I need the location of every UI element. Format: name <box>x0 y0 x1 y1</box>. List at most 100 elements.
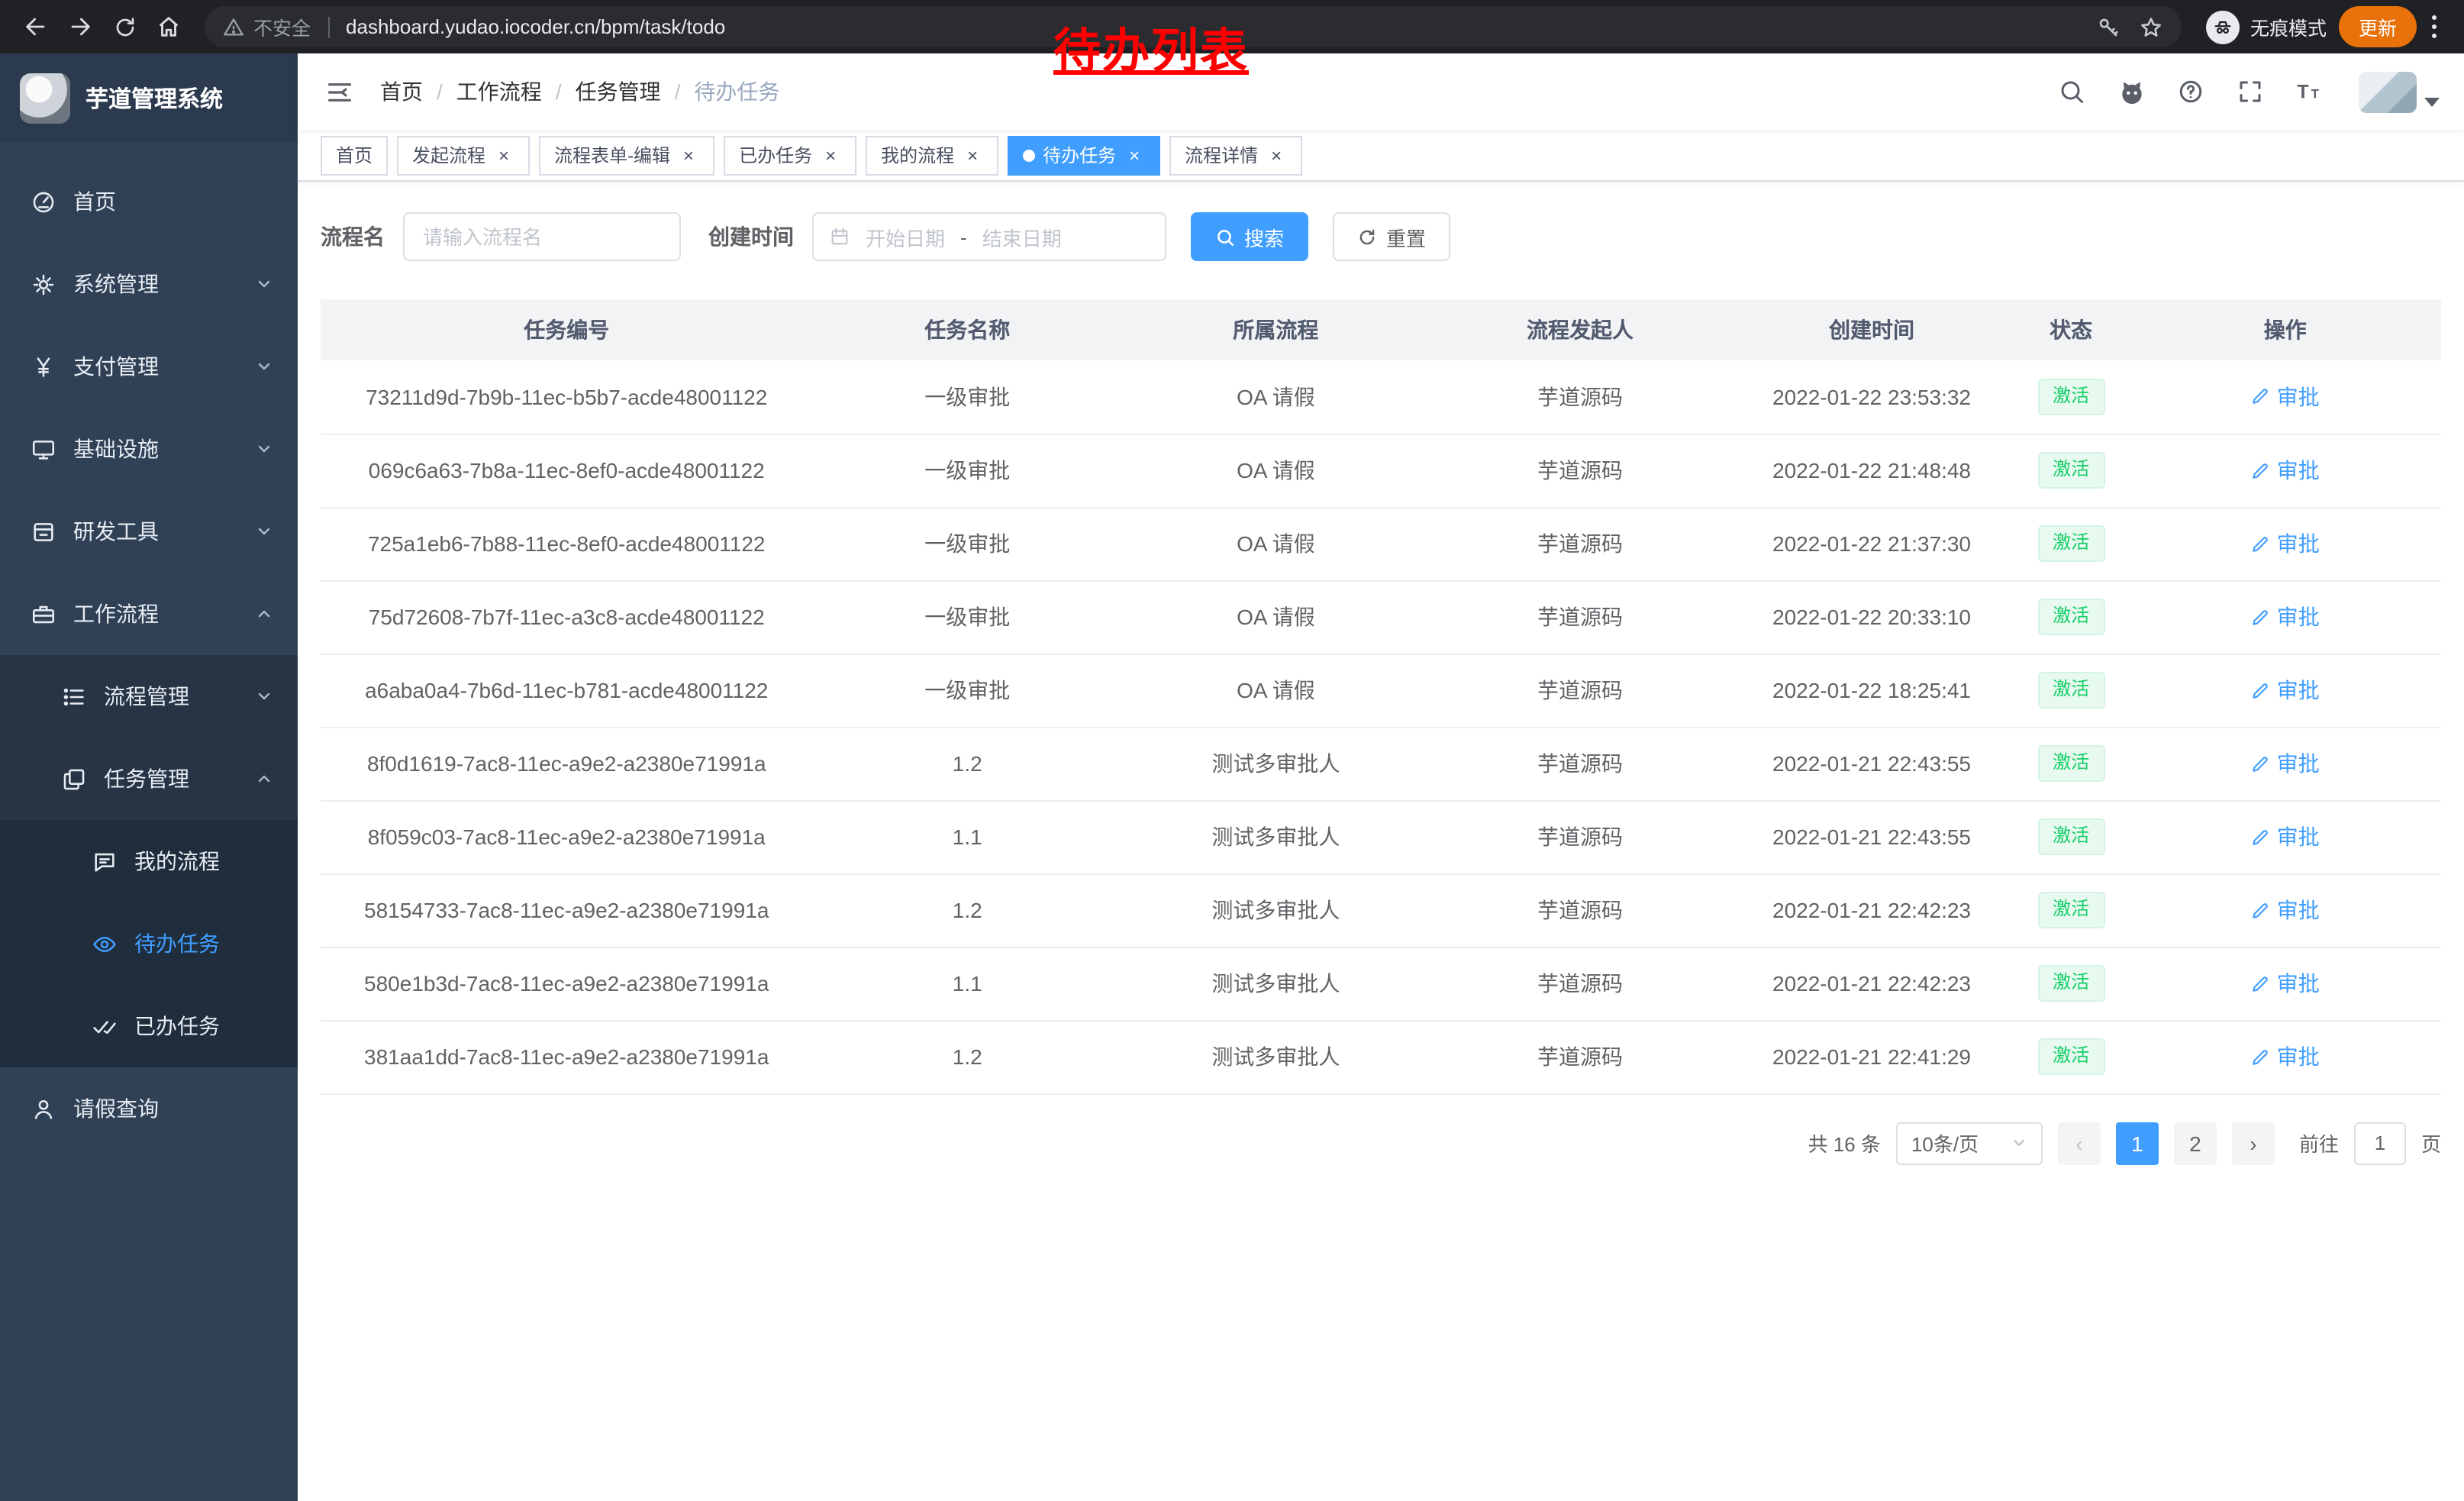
page-button-2[interactable]: 2 <box>2174 1122 2217 1164</box>
process-name-input[interactable] <box>403 212 681 261</box>
approve-link[interactable]: 审批 <box>2251 675 2320 705</box>
status-badge: 激活 <box>2037 452 2104 488</box>
sidebar-item-label: 基础设施 <box>73 434 159 464</box>
search-button[interactable]: 搜索 <box>1191 212 1308 261</box>
tab-process-detail[interactable]: 流程详情 × <box>1169 135 1302 175</box>
sidebar-item-my-process[interactable]: 我的流程 <box>0 820 298 902</box>
url-text[interactable]: dashboard.yudao.iocoder.cn/bpm/task/todo <box>346 15 725 38</box>
sidebar-item-devtools[interactable]: 研发工具 <box>0 490 298 573</box>
goto-suffix-label: 页 <box>2421 1128 2441 1157</box>
user-avatar[interactable] <box>2359 71 2440 112</box>
breadcrumb-item[interactable]: 首页 <box>380 76 423 107</box>
edit-pencil-icon <box>2251 387 2271 407</box>
approve-link[interactable]: 审批 <box>2251 528 2320 559</box>
approve-link[interactable]: 审批 <box>2251 382 2320 412</box>
bookmark-star-icon[interactable] <box>2139 15 2163 39</box>
help-icon[interactable] <box>2174 75 2208 108</box>
cell-initiator: 芋道源码 <box>1430 873 1730 947</box>
top-navbar: 首页 / 工作流程 / 任务管理 / 待办任务 <box>298 53 2464 130</box>
address-bar[interactable]: 不安全 dashboard.yudao.iocoder.cn/bpm/task/… <box>205 6 2182 47</box>
sidebar-item-infra[interactable]: 基础设施 <box>0 408 298 490</box>
tab-form-edit[interactable]: 流程表单-编辑 × <box>539 135 714 175</box>
cell-process: 测试多审批人 <box>1122 947 1430 1020</box>
pagination-bar: 共 16 条 10条/页 ‹ 1 2 › 前往 页 <box>321 1122 2441 1164</box>
goto-page-input[interactable] <box>2354 1122 2406 1164</box>
sidebar-item-leave-query[interactable]: 请假查询 <box>0 1067 298 1150</box>
sidebar-item-label: 请假查询 <box>73 1093 159 1124</box>
tab-my-process[interactable]: 我的流程 × <box>866 135 998 175</box>
breadcrumb-item-current: 待办任务 <box>694 76 779 107</box>
browser-forward-button[interactable] <box>60 6 101 47</box>
status-badge: 激活 <box>2037 379 2104 415</box>
close-icon[interactable]: × <box>1266 144 1287 166</box>
fullscreen-icon[interactable] <box>2233 75 2267 108</box>
sidebar-item-payment[interactable]: 支付管理 <box>0 325 298 408</box>
close-icon[interactable]: × <box>962 144 983 166</box>
font-size-icon[interactable]: TT <box>2293 75 2327 108</box>
person-icon <box>31 1096 56 1122</box>
cell-task-name: 一级审批 <box>812 434 1122 507</box>
close-icon[interactable]: × <box>493 144 514 166</box>
menu-collapse-button[interactable] <box>322 75 356 108</box>
next-page-button[interactable]: › <box>2232 1122 2275 1164</box>
prev-page-button[interactable]: ‹ <box>2058 1122 2101 1164</box>
search-icon[interactable] <box>2055 75 2088 108</box>
sidebar-item-label: 系统管理 <box>73 269 159 299</box>
sidebar-item-task-mgmt[interactable]: 任务管理 <box>0 738 298 820</box>
browser-update-button[interactable]: 更新 <box>2339 6 2417 47</box>
sidebar-item-workflow[interactable]: 工作流程 <box>0 573 298 655</box>
sidebar-item-process-mgmt[interactable]: 流程管理 <box>0 655 298 738</box>
reset-button[interactable]: 重置 <box>1333 212 1450 261</box>
cell-task-id: 8f0d1619-7ac8-11ec-a9e2-a2380e71991a <box>321 727 812 800</box>
approve-link[interactable]: 审批 <box>2251 968 2320 999</box>
browser-back-button[interactable] <box>15 6 56 47</box>
chevron-down-icon <box>255 440 273 458</box>
approve-link[interactable]: 审批 <box>2251 822 2320 852</box>
cell-process: 测试多审批人 <box>1122 1020 1430 1093</box>
approve-link[interactable]: 审批 <box>2251 895 2320 925</box>
approve-link-label: 审批 <box>2277 602 2320 632</box>
sidebar-item-label: 任务管理 <box>104 763 189 794</box>
breadcrumb-separator: / <box>556 79 562 104</box>
not-secure-label[interactable]: 不安全 <box>253 12 311 41</box>
approve-link[interactable]: 审批 <box>2251 748 2320 779</box>
sidebar-item-todo-task[interactable]: 待办任务 <box>0 902 298 985</box>
approve-link[interactable]: 审批 <box>2251 602 2320 632</box>
app-logo[interactable]: 芋道管理系统 <box>0 53 298 142</box>
date-range-picker[interactable]: 开始日期 - 结束日期 <box>812 212 1166 261</box>
page-button-1[interactable]: 1 <box>2116 1122 2159 1164</box>
tab-start-process[interactable]: 发起流程 × <box>397 135 530 175</box>
browser-refresh-button[interactable] <box>104 6 145 47</box>
toolbox-icon <box>31 518 56 544</box>
sidebar-item-done-task[interactable]: 已办任务 <box>0 985 298 1067</box>
cell-task-id: 8f059c03-7ac8-11ec-a9e2-a2380e71991a <box>321 800 812 873</box>
monitor-icon <box>31 436 56 462</box>
tab-todo-task-active[interactable]: 待办任务 × <box>1008 135 1160 175</box>
breadcrumb-item[interactable]: 工作流程 <box>456 76 542 107</box>
breadcrumb-item[interactable]: 任务管理 <box>576 76 661 107</box>
sidebar-item-label: 研发工具 <box>73 516 159 547</box>
tab-label: 我的流程 <box>881 142 954 168</box>
status-badge: 激活 <box>2037 892 2104 928</box>
github-icon[interactable] <box>2114 75 2148 108</box>
sidebar-item-system[interactable]: 系统管理 <box>0 243 298 325</box>
close-icon[interactable]: × <box>820 144 841 166</box>
tab-home[interactable]: 首页 <box>321 135 388 175</box>
filter-bar: 流程名 创建时间 开始日期 - 结束日期 搜索 <box>321 212 2441 261</box>
app-root: 不安全 dashboard.yudao.iocoder.cn/bpm/task/… <box>0 0 2464 1501</box>
approve-link[interactable]: 审批 <box>2251 455 2320 486</box>
approve-link[interactable]: 审批 <box>2251 1041 2320 1072</box>
password-key-icon[interactable] <box>2096 15 2121 39</box>
chevron-down-icon <box>255 275 273 293</box>
page-size-select[interactable]: 10条/页 <box>1896 1122 2043 1164</box>
close-icon[interactable]: × <box>1124 144 1145 166</box>
tab-done-task[interactable]: 已办任务 × <box>724 135 856 175</box>
browser-home-button[interactable] <box>148 6 189 47</box>
edit-pencil-icon <box>2251 900 2271 920</box>
close-icon[interactable]: × <box>678 144 699 166</box>
table-row: 381aa1dd-7ac8-11ec-a9e2-a2380e71991a 1.2… <box>321 1020 2441 1093</box>
browser-menu-icon[interactable] <box>2420 15 2449 38</box>
list-icon <box>61 683 87 709</box>
sidebar-item-home[interactable]: 首页 <box>0 160 298 243</box>
cell-task-id: 580e1b3d-7ac8-11ec-a9e2-a2380e71991a <box>321 947 812 1020</box>
